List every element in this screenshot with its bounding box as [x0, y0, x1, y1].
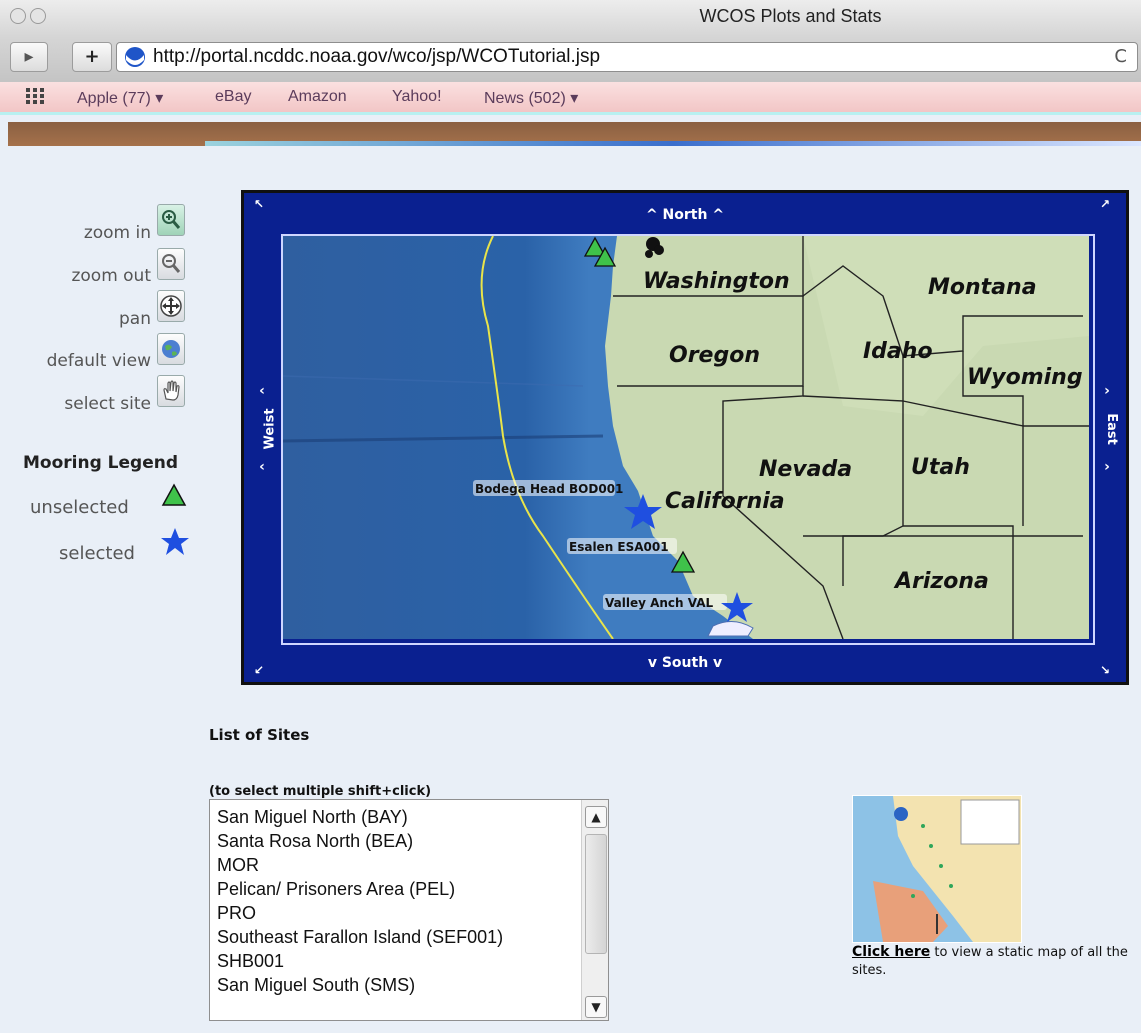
zoom-in-label: zoom in [83, 223, 151, 243]
list-item[interactable]: San Miguel North (BAY) [210, 805, 608, 829]
sites-listbox[interactable]: San Miguel North (BAY) Santa Rosa North … [209, 799, 609, 1021]
header-strip [205, 141, 1141, 146]
bookmark-news[interactable]: News (502) ▾ [484, 88, 578, 108]
listbox-scrollbar[interactable]: ▲ ▼ [581, 800, 608, 1020]
list-item[interactable]: MOR [210, 853, 608, 877]
reload-icon[interactable]: C [1114, 46, 1127, 67]
zoom-out-icon[interactable] [157, 248, 185, 280]
globe-icon[interactable] [157, 333, 185, 365]
pan-southwest-button[interactable]: ↙ [254, 663, 264, 677]
list-of-sites-title: List of Sites [209, 726, 310, 744]
multi-select-hint: (to select multiple shift+click) [209, 784, 432, 799]
zoom-out-label: zoom out [71, 266, 151, 286]
zoom-in-icon[interactable] [157, 204, 185, 236]
site-label-esalen: Esalen ESA001 [569, 540, 669, 554]
pan-south-button[interactable]: v South v [244, 655, 1126, 671]
window-titlebar: WCOS Plots and Stats [0, 0, 1141, 36]
pan-icon[interactable] [157, 290, 185, 322]
map-canvas[interactable]: Washington Montana Oregon Idaho Wyoming … [281, 234, 1095, 645]
pan-southeast-button[interactable]: ↘ [1100, 663, 1110, 677]
scroll-up-icon[interactable]: ▲ [585, 806, 607, 828]
state-label-utah: Utah [911, 455, 970, 480]
site-label-bodega: Bodega Head BOD001 [475, 482, 623, 496]
site-label-valley: Valley Anch VAL [605, 596, 714, 610]
pan-northeast-button[interactable]: ↗ [1100, 197, 1110, 211]
selected-star-icon [161, 528, 189, 555]
pan-north-button[interactable]: ^ North ^ [244, 207, 1126, 223]
bookmarks-bar: Apple (77) ▾ eBay Amazon Yahoo! News (50… [0, 82, 1141, 115]
state-label-arizona: Arizona [893, 569, 989, 594]
scroll-thumb[interactable] [585, 834, 607, 954]
default-view-label: default view [46, 351, 151, 371]
pan-northwest-button[interactable]: ↖ [254, 197, 264, 211]
static-map-thumbnail[interactable] [852, 795, 1022, 943]
address-bar[interactable]: http://portal.ncddc.noaa.gov/wco/jsp/WCO… [116, 42, 1138, 72]
state-label-nevada: Nevada [759, 457, 852, 482]
state-label-california: California [665, 489, 785, 514]
static-map-link[interactable]: Click here [852, 944, 930, 960]
scroll-down-icon[interactable]: ▼ [585, 996, 607, 1018]
list-item[interactable]: Pelican/ Prisoners Area (PEL) [210, 877, 608, 901]
map-frame: ^ North ^ v South v ‹ Weist ‹ › East › ↖ ↗ ↙… [241, 190, 1129, 685]
list-item[interactable]: SHB001 [210, 949, 608, 973]
bookmark-ebay[interactable]: eBay [215, 88, 251, 106]
bookmark-yahoo[interactable]: Yahoo! [392, 88, 442, 106]
state-label-idaho: Idaho [863, 339, 933, 364]
state-label-montana: Montana [928, 275, 1037, 300]
static-map-caption: Click here to view a static map of all t… [852, 943, 1137, 980]
unselected-triangle-icon [161, 483, 187, 506]
mooring-legend-title: Mooring Legend [23, 453, 179, 473]
back-button[interactable]: ▸ [10, 42, 48, 72]
state-label-wyoming: Wyoming [967, 365, 1083, 390]
bookmark-apple[interactable]: Apple (77) ▾ [77, 88, 163, 108]
site-favicon-icon [125, 47, 145, 67]
list-item[interactable]: Southeast Farallon Island (SEF001) [210, 925, 608, 949]
url-text: http://portal.ncddc.noaa.gov/wco/jsp/WCO… [153, 46, 601, 67]
pan-label: pan [119, 309, 151, 329]
bookmark-amazon[interactable]: Amazon [288, 88, 347, 106]
select-site-label: select site [64, 394, 151, 414]
list-item[interactable]: Santa Rosa North (BEA) [210, 829, 608, 853]
state-label-washington: Washington [643, 269, 790, 294]
selected-legend-label: selected [59, 543, 135, 564]
window-title: WCOS Plots and Stats [699, 6, 882, 26]
west-label: Weist [262, 408, 278, 450]
pan-east-button[interactable]: › East › [1095, 383, 1119, 475]
hand-icon[interactable] [157, 375, 185, 407]
pan-west-button[interactable]: ‹ Weist ‹ [250, 383, 277, 475]
grid-icon[interactable] [26, 88, 44, 104]
list-item[interactable]: San Miguel South (SMS) [210, 973, 608, 997]
add-bookmark-button[interactable]: + [72, 42, 112, 72]
browser-toolbar: ▸ + http://portal.ncddc.noaa.gov/wco/jsp… [0, 36, 1141, 82]
east-label: East [1103, 413, 1119, 445]
unselected-legend-label: unselected [30, 497, 129, 518]
state-label-oregon: Oregon [669, 343, 760, 368]
list-item[interactable]: PRO [210, 901, 608, 925]
